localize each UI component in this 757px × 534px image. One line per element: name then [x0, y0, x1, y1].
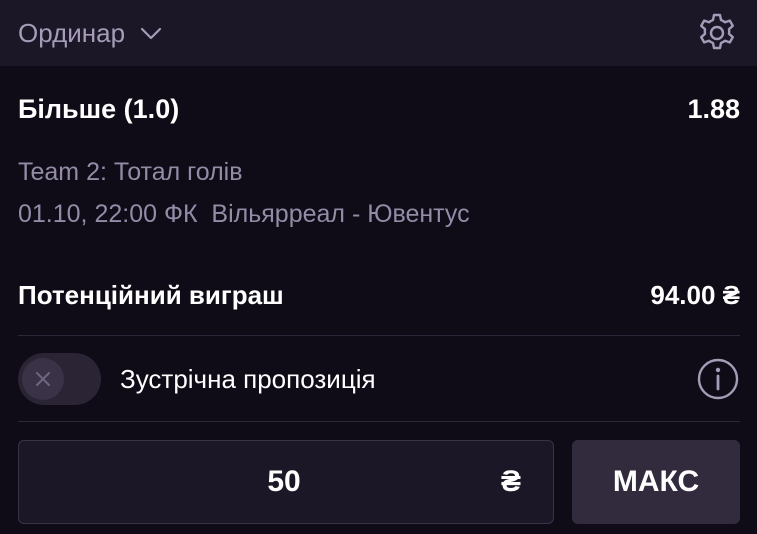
divider	[18, 421, 740, 422]
gear-icon	[700, 13, 734, 50]
bet-type-label: Ординар	[18, 17, 126, 48]
selection-odds: 1.88	[687, 93, 740, 124]
stake-value[interactable]: 50	[19, 441, 549, 523]
toggle-knob	[22, 358, 64, 400]
counter-offer-label: Зустрічна пропозиція	[120, 363, 376, 394]
max-stake-label: МАКС	[612, 465, 700, 498]
info-button[interactable]	[696, 357, 740, 401]
potential-win-row: Потенційний виграш 94.00 ₴	[18, 275, 740, 315]
counter-offer-row: Зустрічна пропозиція	[18, 352, 740, 406]
close-icon	[36, 372, 50, 386]
potential-win-label: Потенційний виграш	[18, 279, 284, 310]
event-info: 01.10, 22:00 ФК Вільярреал - Ювентус	[18, 200, 470, 228]
market-name: Team 2: Тотал голів	[18, 158, 243, 186]
counter-offer-toggle[interactable]	[18, 353, 101, 405]
bet-type-selector[interactable]: Ординар	[18, 18, 163, 49]
divider	[18, 335, 740, 336]
selection-row: Більше (1.0) 1.88	[18, 88, 740, 130]
bet-slip-header: Ординар	[0, 0, 757, 66]
info-icon	[697, 358, 739, 400]
stake-input[interactable]: 50 ₴	[18, 440, 554, 524]
chevron-down-icon	[140, 27, 162, 40]
potential-win-value: 94.00 ₴	[650, 279, 740, 310]
max-stake-button[interactable]: МАКС	[572, 440, 740, 524]
selection-name: Більше (1.0)	[18, 93, 180, 124]
settings-button[interactable]	[695, 11, 739, 55]
stake-currency: ₴	[500, 465, 521, 498]
